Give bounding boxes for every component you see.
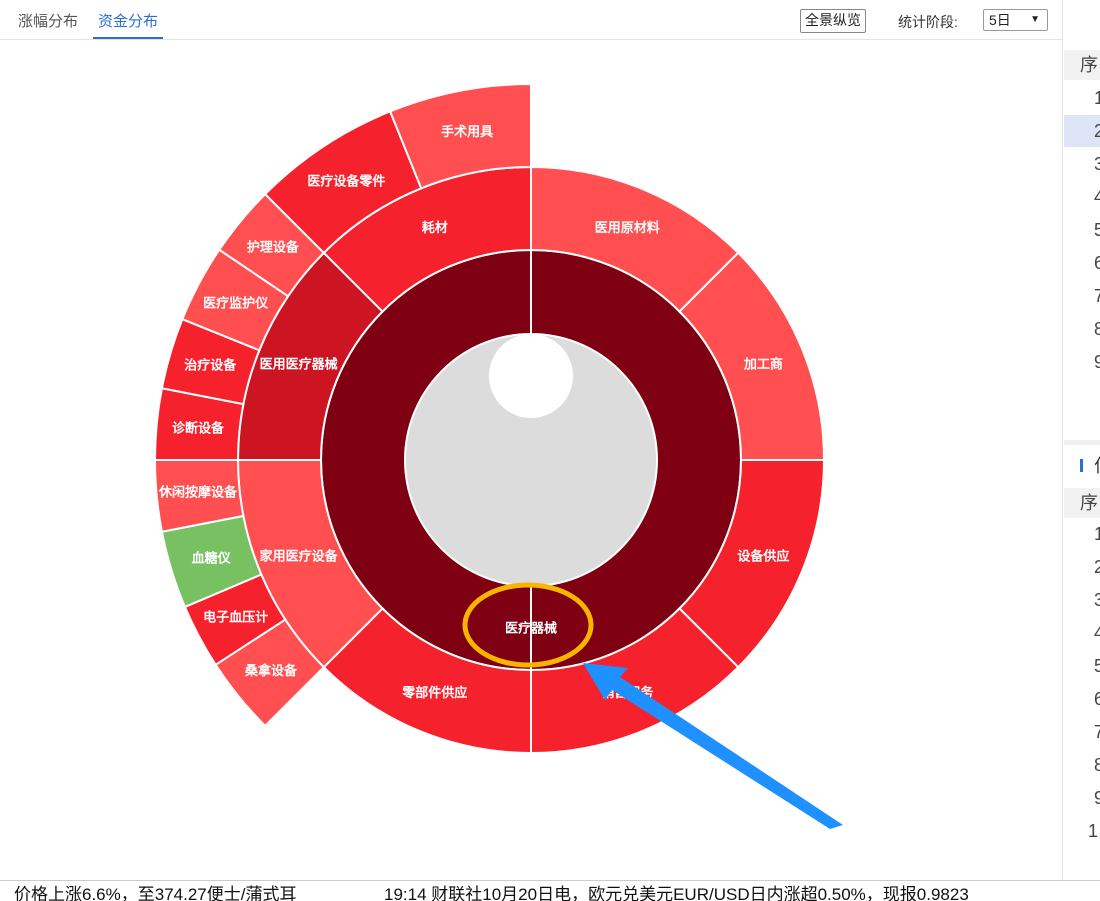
sunburst-segment-label: 零部件供应: [401, 685, 467, 700]
rank-row[interactable]: 4: [1064, 181, 1100, 213]
rank-number: 4: [1094, 623, 1100, 643]
sunburst-segment-label: 诊断设备: [172, 420, 225, 435]
rank-row[interactable]: 2: [1064, 551, 1100, 583]
rank-row[interactable]: 5: [1064, 650, 1100, 682]
period-select[interactable]: 5日 ▼: [983, 9, 1048, 31]
rank-number: 5: [1094, 220, 1100, 240]
right-panel: 序 1 2 3 4 5 6 7 8 9 位 序 1 2 3 4 5 6 7 8 9 1: [1064, 0, 1100, 880]
sunburst-core-ring: [404, 334, 657, 586]
sunburst-segment-label: 医用医疗器械: [260, 356, 338, 371]
rank-row[interactable]: 7: [1064, 716, 1100, 748]
news-ticker[interactable]: 价格上涨6.6%，至374.27便士/蒲式耳 19:14 财联社10月20日电，…: [0, 880, 1100, 901]
sunburst-segment-label: 手术用具: [441, 124, 493, 139]
sunburst-segment-label: 设备供应: [737, 549, 789, 564]
rank-row[interactable]: 3: [1064, 584, 1100, 616]
sunburst-segment-label: 血糖仪: [192, 550, 232, 565]
rank-number: 6: [1094, 253, 1100, 273]
rank-number: 2: [1094, 557, 1100, 577]
rank-row[interactable]: 8: [1064, 749, 1100, 781]
ticker-item[interactable]: 价格上涨6.6%，至374.27便士/蒲式耳: [14, 881, 296, 901]
rank-row[interactable]: 5: [1064, 214, 1100, 246]
rank-number: 9: [1094, 788, 1100, 808]
rank-row[interactable]: 1: [1064, 815, 1100, 847]
sunburst-segment-label: 医用原材料: [595, 220, 660, 235]
sunburst-segment-label: 电子血压计: [203, 610, 268, 625]
rank-number: 4: [1094, 187, 1100, 207]
rank-number: 1: [1094, 88, 1100, 108]
rank-row[interactable]: 9: [1064, 782, 1100, 814]
sunburst-chart: 医疗器械 医用原材料加工商设备供应销售服务 零部件供应 家用医疗设备医用医疗器械 耗材桑…: [153, 82, 826, 755]
section-marker-icon: [1080, 459, 1083, 472]
rank-row[interactable]: 6: [1064, 247, 1100, 279]
section-title: 位: [1094, 452, 1100, 478]
rank-number: 1: [1088, 821, 1099, 841]
sunburst-segment-label: 医疗监护仪: [203, 295, 269, 310]
sunburst-segment-label: 耗材: [422, 220, 448, 235]
rank-column-header: 序: [1064, 50, 1100, 80]
rank-column-header-bottom: 序: [1064, 488, 1100, 518]
rank-number: 7: [1094, 286, 1100, 306]
toolbar: 涨幅分布 资金分布 全景纵览 统计阶段: 5日 ▼: [0, 0, 1062, 40]
rank-row[interactable]: 4: [1064, 617, 1100, 649]
rank-number: 3: [1094, 590, 1100, 610]
rank-number: 8: [1094, 755, 1100, 775]
rank-number: 6: [1094, 689, 1100, 709]
rank-row[interactable]: 1: [1064, 518, 1100, 550]
sunburst-segment-label: 护理设备: [247, 240, 300, 255]
rank-number: 2: [1094, 121, 1100, 141]
sunburst-segment-label: 加工商: [743, 356, 783, 371]
rank-row[interactable]: 7: [1064, 280, 1100, 312]
rank-number: 3: [1094, 154, 1100, 174]
panel-divider: [1064, 440, 1100, 445]
rank-row[interactable]: 3: [1064, 148, 1100, 180]
tab-rise-distribution[interactable]: 涨幅分布: [13, 10, 83, 37]
rank-number: 9: [1094, 352, 1100, 372]
tab-fund-distribution[interactable]: 资金分布: [93, 10, 164, 39]
sunburst-segment-label: 家用医疗设备: [260, 549, 339, 564]
main-panel: 涨幅分布 资金分布 全景纵览 统计阶段: 5日 ▼ 医疗器械 医用原材料加工商设备…: [0, 0, 1063, 880]
rank-number: 8: [1094, 319, 1100, 339]
ticker-item[interactable]: 19:14 财联社10月20日电，欧元兑美元EUR/USD日内涨超0.50%，现…: [384, 881, 969, 901]
sunburst-segment-label: 桑拿设备: [244, 663, 298, 678]
sunburst-segment-label: 医疗设备零件: [307, 174, 385, 189]
rank-number: 1: [1094, 524, 1100, 544]
rank-row[interactable]: 8: [1064, 313, 1100, 345]
rank-row[interactable]: 9: [1064, 346, 1100, 378]
rank-row[interactable]: 1: [1064, 82, 1100, 114]
rank-row[interactable]: 6: [1064, 683, 1100, 715]
sunburst-root-label: 医疗器械: [505, 621, 557, 636]
sunburst-segment-label: 治疗设备: [184, 357, 237, 372]
rank-number: 7: [1094, 722, 1100, 742]
stat-period-label: 统计阶段:: [898, 14, 958, 30]
rank-number: 5: [1094, 656, 1100, 676]
sunburst-segment-label: 销售服务: [601, 685, 654, 700]
overview-button[interactable]: 全景纵览: [800, 9, 866, 33]
sunburst-segment-label: 休闲按摩设备: [158, 485, 238, 500]
chevron-down-icon: ▼: [1030, 14, 1040, 25]
rank-row[interactable]: 2: [1064, 115, 1100, 147]
period-select-value: 5日: [989, 12, 1011, 28]
